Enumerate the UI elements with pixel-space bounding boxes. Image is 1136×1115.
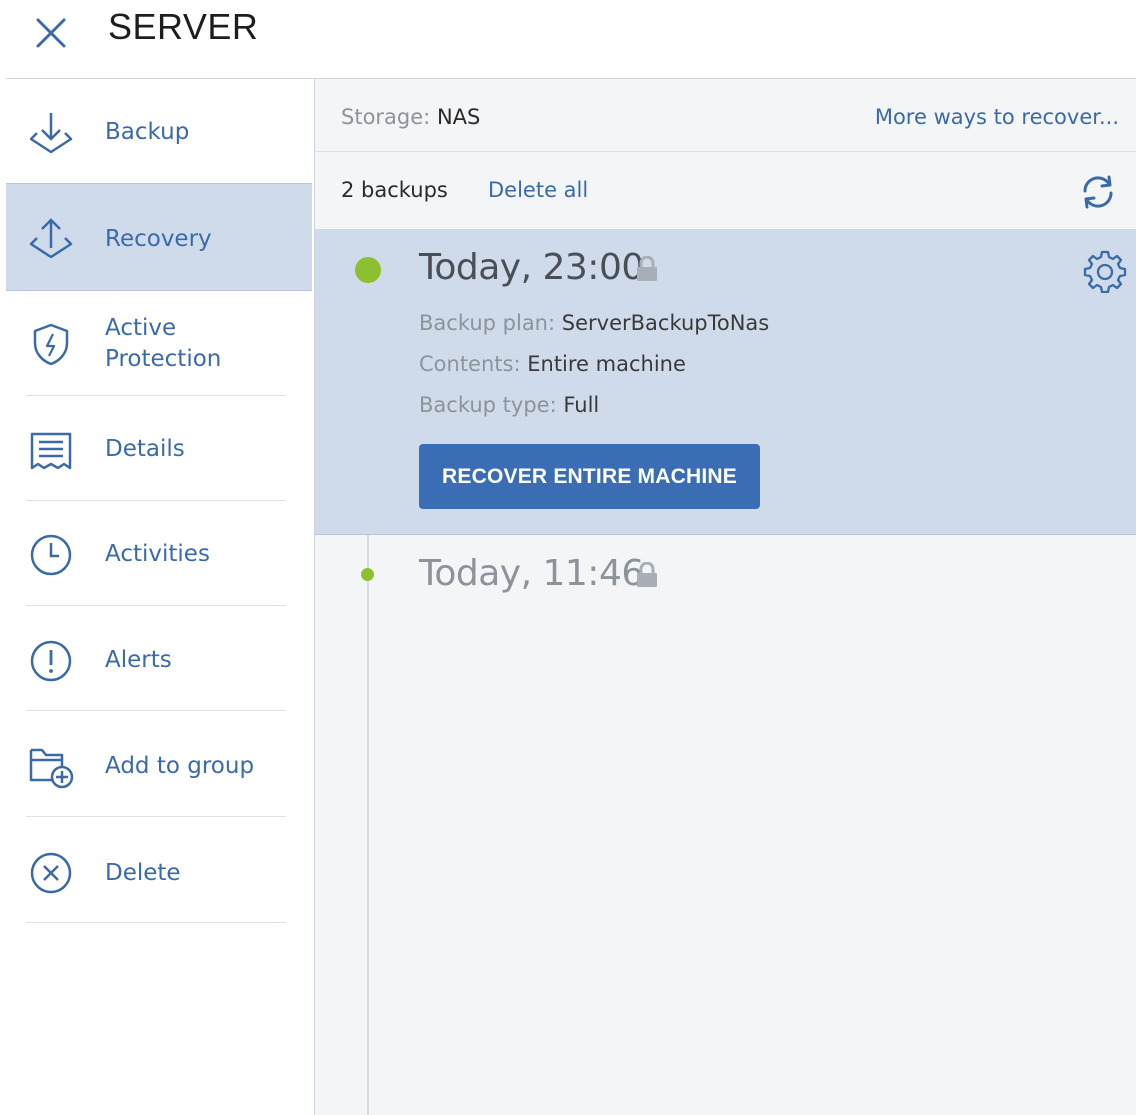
storage-value: NAS — [436, 105, 481, 129]
recovery-icon — [29, 218, 73, 259]
divider — [26, 816, 286, 817]
sidebar-item-label: Backup — [105, 119, 190, 145]
refresh-button[interactable] — [1079, 174, 1117, 210]
details-icon — [30, 432, 72, 470]
sidebar-item-label: Details — [105, 436, 185, 462]
refresh-icon — [1083, 175, 1113, 209]
sidebar-item-label: Recovery — [105, 226, 212, 252]
divider — [26, 710, 286, 711]
status-dot — [361, 568, 374, 581]
settings-button[interactable] — [1083, 249, 1127, 294]
backup-item[interactable]: Today, 11:46 — [315, 536, 1136, 626]
sidebar-item-label: Delete — [105, 860, 181, 886]
gear-icon — [1083, 250, 1127, 294]
header: SERVER — [0, 0, 1136, 78]
close-button[interactable] — [32, 8, 72, 48]
backup-icon — [29, 113, 73, 154]
page-title: SERVER — [108, 6, 259, 47]
lock-icon — [637, 562, 657, 587]
sidebar-item-add-to-group[interactable]: Add to group — [6, 712, 312, 817]
sidebar-item-label: Activities — [105, 541, 210, 567]
delete-icon — [30, 852, 72, 894]
sidebar-item-alerts[interactable]: Alerts — [6, 606, 312, 711]
sidebar-item-delete[interactable]: Delete — [6, 818, 312, 923]
backups-toolbar: 2 backups Delete all — [315, 153, 1136, 229]
sidebar-item-label: Protection — [105, 346, 222, 372]
sidebar-item-recovery[interactable]: Recovery — [6, 183, 312, 291]
sidebar-item-label: Active — [105, 315, 177, 341]
add-to-group-icon — [29, 748, 74, 789]
backup-count: 2 backups — [341, 178, 448, 202]
backup-item-selected[interactable]: Today, 23:00 Backup plan: ServerBackupTo… — [315, 229, 1136, 535]
lock-icon — [637, 256, 657, 281]
more-ways-to-recover-link[interactable]: More ways to recover... — [875, 105, 1119, 129]
backup-plan-value: ServerBackupToNas — [561, 311, 770, 335]
backup-plan-row: Backup plan: ServerBackupToNas — [419, 311, 770, 335]
backup-time: Today, 11:46 — [419, 553, 644, 594]
sidebar-item-details[interactable]: Details — [6, 396, 312, 501]
backup-type-value: Full — [563, 393, 600, 417]
recover-entire-machine-button[interactable]: RECOVER ENTIRE MACHINE — [419, 444, 760, 509]
sidebar-item-backup[interactable]: Backup — [6, 79, 312, 184]
shield-icon — [33, 323, 69, 366]
sidebar-item-activities[interactable]: Activities — [6, 501, 312, 606]
sidebar-item-label: Alerts — [105, 647, 172, 673]
sidebar-item-active-protection[interactable]: Active Protection — [6, 291, 312, 396]
divider — [26, 922, 286, 923]
contents-value: Entire machine — [527, 352, 686, 376]
storage-label: Storage: NAS — [341, 105, 481, 129]
backup-time: Today, 23:00 — [419, 247, 644, 288]
sidebar: Backup Recovery Active Protection Detail… — [6, 79, 314, 1115]
status-dot — [355, 257, 381, 283]
delete-all-link[interactable]: Delete all — [488, 178, 588, 202]
alert-icon — [30, 640, 72, 682]
sidebar-item-label: Add to group — [105, 753, 255, 779]
contents-row: Contents: Entire machine — [419, 352, 686, 376]
backup-type-row: Backup type: Full — [419, 393, 600, 417]
clock-icon — [30, 534, 72, 576]
recovery-panel: Storage: NAS More ways to recover... 2 b… — [314, 79, 1136, 1115]
close-icon — [36, 18, 66, 48]
storage-bar: Storage: NAS More ways to recover... — [315, 79, 1136, 152]
